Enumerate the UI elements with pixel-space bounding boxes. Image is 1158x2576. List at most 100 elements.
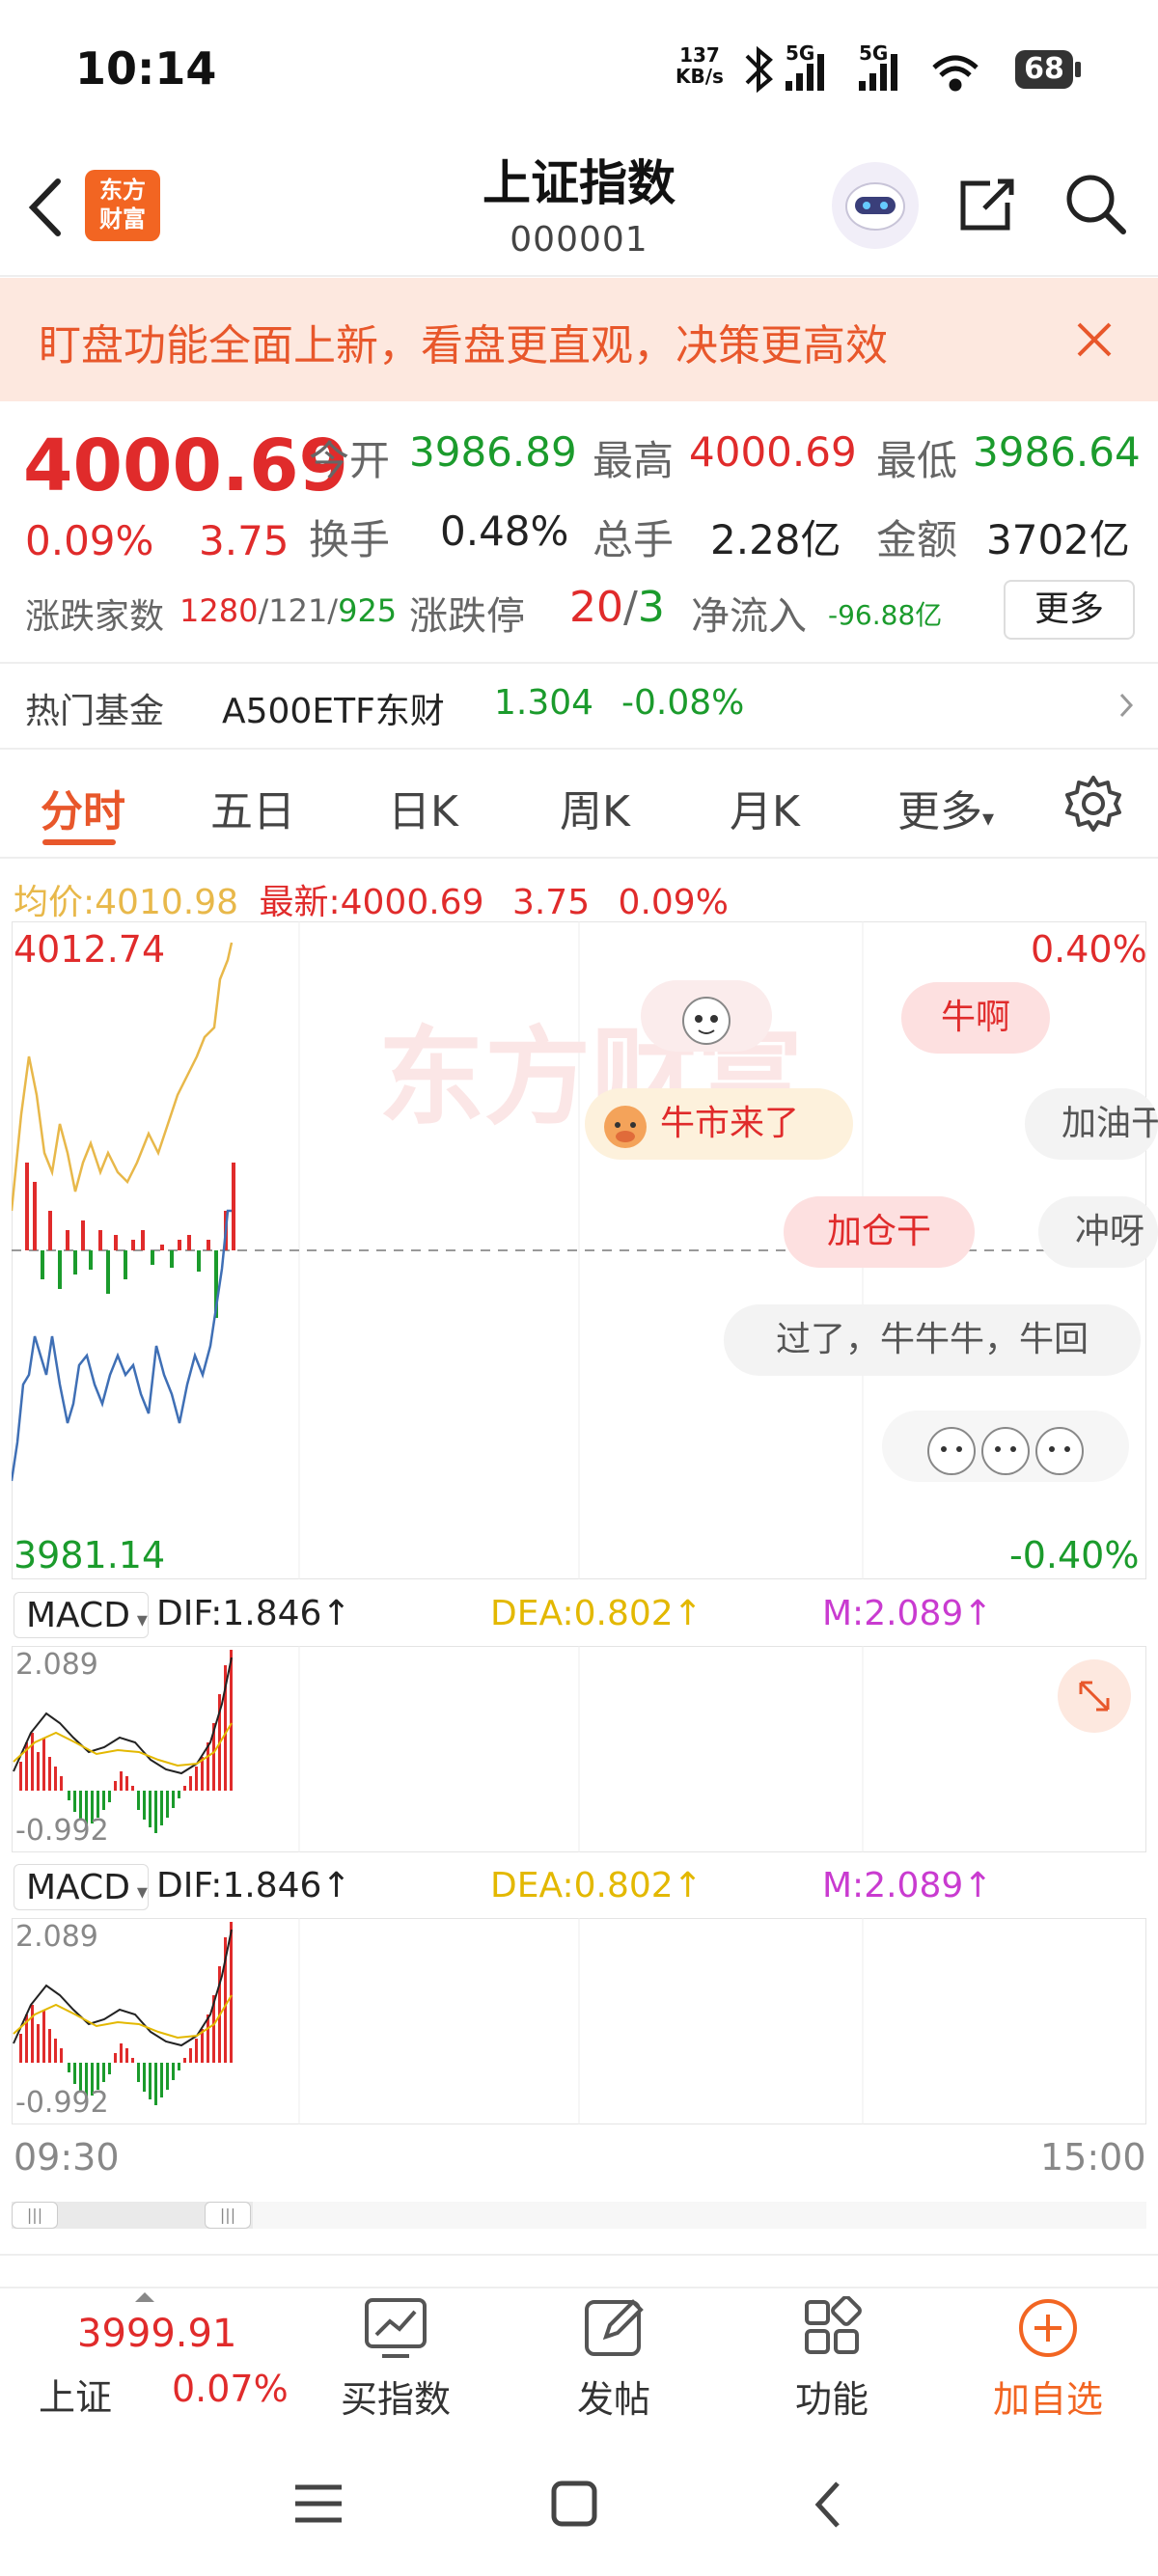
turnover-label: 换手 <box>309 516 391 563</box>
post-button[interactable]: 发帖 <box>546 2290 681 2425</box>
fund-name: A500ETF东财 <box>222 692 445 731</box>
buy-index-label: 买指数 <box>340 2378 451 2421</box>
emoji-bubble[interactable] <box>641 980 772 1052</box>
tab-five-day[interactable]: 五日 <box>210 777 295 838</box>
macd-top-value: 2.089 <box>15 1648 98 1682</box>
emoji-bubble[interactable] <box>882 1411 1129 1482</box>
caret-up-icon <box>135 2292 154 2302</box>
battery-indicator: 68 <box>1015 50 1081 89</box>
comment-bubble[interactable]: 牛啊 <box>901 982 1050 1054</box>
macd-bottom-value: -0.992 <box>15 1814 109 1848</box>
macd-m: M:2.089↑ <box>822 1594 993 1633</box>
more-button[interactable]: 更多 <box>1004 580 1135 640</box>
tab-more-label: 更多 <box>897 787 982 836</box>
plus-circle-icon <box>1019 2299 1077 2357</box>
fund-section-label: 热门基金 <box>25 692 165 731</box>
y-axis-bottom: 3981.14 <box>14 1534 166 1576</box>
avg-label: 均价: <box>14 883 96 922</box>
expand-icon <box>1079 1681 1110 1712</box>
grid-icon <box>805 2296 862 2354</box>
inflow-label: 净流入 <box>691 594 807 639</box>
banner-text: 盯盘功能全面上新，看盘更直观，决策更高效 <box>39 321 888 370</box>
divider <box>0 857 1158 859</box>
index-price: 3999.91 <box>77 2312 237 2356</box>
range-handle-left[interactable]: ||| <box>12 2202 58 2229</box>
comment-bubble[interactable]: 牛市来了 <box>585 1088 853 1160</box>
net-speed: 137 KB/s <box>676 44 724 87</box>
limit-label: 涨跌停 <box>409 594 525 639</box>
comment-bubble[interactable]: 冲呀 <box>1038 1196 1158 1268</box>
fund-price: 1.304 <box>494 683 594 723</box>
macd-name: MACD <box>26 1868 130 1907</box>
macd-dif: DIF:1.846↑ <box>156 1594 351 1633</box>
pct-axis-bottom: -0.40% <box>1009 1534 1140 1576</box>
macd-dea: DEA:0.802↑ <box>490 1866 703 1905</box>
add-watchlist-button[interactable]: 加自选 <box>980 2290 1116 2425</box>
function-label: 功能 <box>794 2378 868 2421</box>
function-button[interactable]: 功能 <box>764 2290 899 2425</box>
breadth-down: 925 <box>338 592 398 629</box>
settings-icon[interactable] <box>1063 774 1123 834</box>
macd-chart-1-svg <box>13 1646 864 1852</box>
macd-dea: DEA:0.802↑ <box>490 1594 703 1633</box>
latest-pct: 0.09% <box>618 883 729 922</box>
high-value: 4000.69 <box>689 428 857 476</box>
x-axis-start: 09:30 <box>14 2136 120 2179</box>
chart-icon <box>365 2298 427 2358</box>
macd-m: M:2.089↑ <box>822 1866 993 1905</box>
macd-chart-2-svg <box>13 1918 864 2124</box>
volume-value: 2.28亿 <box>710 516 841 563</box>
tab-daily-k[interactable]: 日K <box>388 777 458 838</box>
comment-bubble[interactable]: 加仓干 <box>784 1196 975 1268</box>
breadth-label: 涨跌家数 <box>25 597 165 637</box>
open-label: 今开 <box>309 437 391 484</box>
amount-label: 金额 <box>876 516 958 563</box>
limit-up: 20 <box>569 583 623 632</box>
breadth-flat: 121 <box>268 592 328 629</box>
high-label: 最高 <box>593 437 675 484</box>
macd-dif: DIF:1.846↑ <box>156 1866 351 1905</box>
comment-bubble[interactable]: 过了，牛牛牛，牛回 <box>724 1304 1141 1376</box>
cartoon-face-icon <box>682 997 731 1045</box>
dropdown-icon: ▾ <box>129 1608 148 1632</box>
range-handle-right[interactable]: ||| <box>205 2202 251 2229</box>
menu-icon[interactable] <box>290 2480 347 2528</box>
cartoon-faces-icon <box>927 1427 1084 1475</box>
limit-values: 20/3 <box>569 583 665 632</box>
fund-change: -0.08% <box>621 683 745 723</box>
tab-indicator <box>42 839 116 845</box>
buy-index-button[interactable]: 买指数 <box>328 2290 463 2425</box>
turnover-value: 0.48% <box>440 507 569 555</box>
sig1-label: 5G <box>786 42 814 65</box>
open-value: 3986.89 <box>409 428 577 476</box>
latest-label: 最新: <box>259 883 341 922</box>
index-change: 0.07% <box>172 2368 289 2410</box>
search-icon[interactable] <box>1062 170 1129 237</box>
comment-text: 牛市来了 <box>660 1104 800 1143</box>
tab-more[interactable]: 更多▾ <box>897 777 994 838</box>
chevron-right-icon <box>1119 693 1134 718</box>
macd-name: MACD <box>26 1596 130 1635</box>
tab-intraday[interactable]: 分时 <box>41 777 125 838</box>
low-value: 3986.64 <box>973 428 1141 476</box>
dropdown-icon: ▾ <box>129 1880 148 1905</box>
nav-back-icon[interactable] <box>809 2476 847 2534</box>
expand-button[interactable] <box>1058 1659 1131 1733</box>
macd-bottom-value: -0.992 <box>15 2086 109 2120</box>
edit-icon <box>585 2299 644 2356</box>
macd-selector[interactable]: MACD ▾ <box>14 1592 149 1638</box>
x-axis-end: 15:00 <box>1040 2136 1146 2179</box>
macd-selector[interactable]: MACD ▾ <box>14 1864 149 1910</box>
share-icon[interactable] <box>955 172 1017 233</box>
amount-value: 3702亿 <box>986 516 1130 563</box>
tab-monthly-k[interactable]: 月K <box>730 777 800 838</box>
average-price-line <box>12 942 234 1212</box>
net-speed-value: 137 <box>679 43 720 67</box>
assistant-avatar[interactable] <box>832 162 919 249</box>
home-icon[interactable] <box>548 2478 602 2532</box>
close-icon[interactable] <box>1073 318 1116 361</box>
dropdown-icon: ▾ <box>982 805 995 832</box>
limit-down: 3 <box>637 583 665 632</box>
comment-bubble[interactable]: 加油干 <box>1025 1088 1158 1160</box>
tab-weekly-k[interactable]: 周K <box>560 777 630 838</box>
